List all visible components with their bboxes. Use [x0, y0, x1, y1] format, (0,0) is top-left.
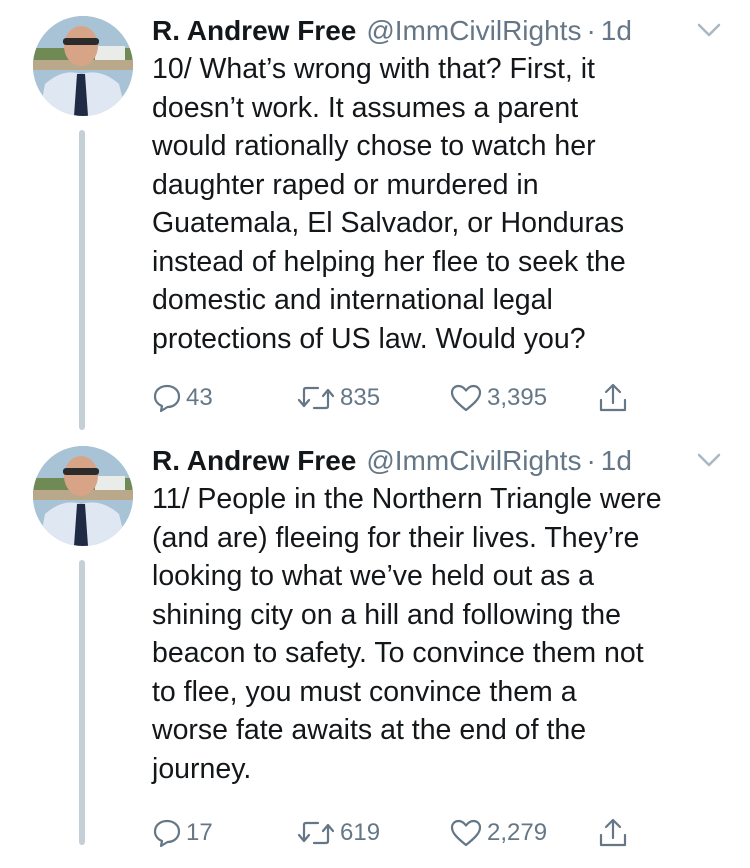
- reply-icon: [153, 819, 181, 848]
- tweet-timestamp[interactable]: 1d: [601, 442, 632, 480]
- share-button[interactable]: [597, 380, 629, 416]
- author-handle[interactable]: @ImmCivilRights: [366, 12, 581, 50]
- share-button[interactable]: [597, 815, 629, 851]
- chevron-down-icon[interactable]: [696, 22, 722, 38]
- thread-line: [79, 130, 85, 430]
- retweet-count: 835: [340, 384, 381, 411]
- retweet-icon: [297, 821, 335, 845]
- like-button[interactable]: 3,395: [449, 380, 547, 416]
- share-icon: [599, 383, 627, 412]
- tweet-timestamp[interactable]: 1d: [601, 12, 632, 50]
- avatar[interactable]: [33, 446, 133, 546]
- avatar-photo-icon: [33, 446, 133, 546]
- like-count: 2,279: [487, 819, 548, 846]
- retweet-button[interactable]: 619: [296, 815, 380, 851]
- author-name[interactable]: R. Andrew Free: [152, 442, 356, 480]
- thread-line: [79, 560, 85, 845]
- like-count: 3,395: [487, 384, 548, 411]
- tweet-actions: 17 619 2,279: [152, 815, 652, 851]
- author-name[interactable]: R. Andrew Free: [152, 12, 356, 50]
- reply-button[interactable]: 43: [152, 380, 213, 416]
- tweet[interactable]: R. Andrew Free @ImmCivilRights · 1d 10/ …: [0, 0, 750, 430]
- tweet-actions: 43 835 3,395: [152, 380, 652, 416]
- avatar[interactable]: [33, 16, 133, 116]
- chevron-down-icon[interactable]: [696, 452, 722, 468]
- reply-count: 43: [186, 384, 213, 411]
- tweet-header: R. Andrew Free @ImmCivilRights · 1d: [152, 12, 632, 52]
- retweet-count: 619: [340, 819, 381, 846]
- like-button[interactable]: 2,279: [449, 815, 547, 851]
- tweet-text: 11/ People in the Northern Triangle were…: [152, 483, 662, 785]
- heart-icon: [450, 384, 482, 412]
- tweet-header: R. Andrew Free @ImmCivilRights · 1d: [152, 442, 632, 482]
- separator-dot: ·: [586, 445, 596, 476]
- tweet[interactable]: R. Andrew Free @ImmCivilRights · 1d 11/ …: [0, 430, 750, 868]
- reply-button[interactable]: 17: [152, 815, 213, 851]
- reply-icon: [153, 384, 181, 413]
- author-handle[interactable]: @ImmCivilRights: [366, 442, 581, 480]
- avatar-photo-icon: [33, 16, 133, 116]
- tweet-text: 10/ What’s wrong with that? First, it do…: [152, 53, 626, 355]
- retweet-icon: [297, 386, 335, 410]
- heart-icon: [450, 819, 482, 847]
- share-icon: [599, 818, 627, 847]
- retweet-button[interactable]: 835: [296, 380, 380, 416]
- reply-count: 17: [186, 819, 213, 846]
- separator-dot: ·: [586, 15, 596, 46]
